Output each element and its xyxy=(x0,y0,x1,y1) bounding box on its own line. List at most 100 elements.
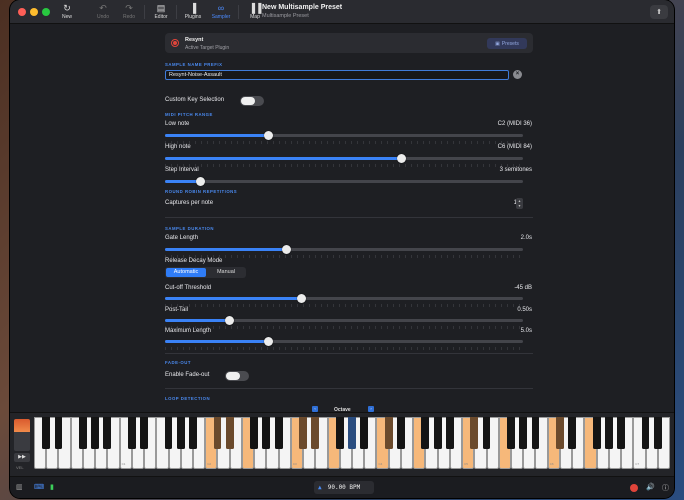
sampler-label: Sampler xyxy=(211,14,231,20)
close-window-button[interactable] xyxy=(18,8,26,16)
black-key[interactable] xyxy=(556,417,564,449)
octave-label: Octave xyxy=(334,407,351,413)
black-key[interactable] xyxy=(79,417,87,449)
chevron-left-icon: ‹ xyxy=(314,406,316,411)
slider-knob[interactable] xyxy=(196,177,206,186)
record-button[interactable] xyxy=(630,484,638,492)
slider-knob[interactable] xyxy=(264,337,274,346)
sample-name-prefix-input[interactable]: Resynt-Noise-Assault xyxy=(165,70,509,80)
velocity-button[interactable]: ▶▶ xyxy=(14,453,30,462)
gate-length-slider[interactable] xyxy=(165,245,523,254)
black-key[interactable] xyxy=(127,417,136,449)
slider-knob[interactable] xyxy=(296,294,306,303)
octave-c-label: C3 xyxy=(292,462,297,466)
black-key[interactable] xyxy=(531,417,540,449)
captures-stepper[interactable]: ▴ ▾ xyxy=(516,198,523,209)
metronome-icon: ▲ xyxy=(318,484,322,491)
presets-button[interactable]: ▣ Presets xyxy=(487,38,527,49)
black-key[interactable] xyxy=(397,417,405,449)
info-icon[interactable]: ⓘ xyxy=(662,483,669,493)
clear-input-button[interactable]: × xyxy=(513,70,522,79)
black-key[interactable] xyxy=(507,417,515,449)
octave-down-button[interactable]: ‹ xyxy=(312,406,318,412)
slider-knob[interactable] xyxy=(396,154,406,163)
maximum-length-slider[interactable] xyxy=(165,337,523,346)
undo-label: Undo xyxy=(97,14,109,20)
black-key[interactable] xyxy=(482,417,491,449)
post-tail-value: 0.50s xyxy=(517,307,532,313)
black-key[interactable] xyxy=(299,417,307,449)
undo-button[interactable]: ↶ Undo xyxy=(90,3,116,23)
cutoff-threshold-slider[interactable] xyxy=(165,294,523,303)
sidebar-icon[interactable]: ▥ xyxy=(16,483,23,491)
editor-button[interactable]: ▤ Editor xyxy=(148,3,174,23)
black-key[interactable] xyxy=(568,417,577,449)
black-key[interactable] xyxy=(653,417,662,449)
redo-button[interactable]: ↷ Redo xyxy=(116,3,142,23)
black-key[interactable] xyxy=(42,417,51,449)
section-heading-round-robin: ROUND ROBIN REPETITIONS xyxy=(165,189,238,194)
new-button[interactable]: ↻ New xyxy=(54,3,80,23)
mode-automatic-button[interactable]: Automatic xyxy=(166,268,206,277)
black-key[interactable] xyxy=(604,417,613,449)
fade-out-toggle[interactable] xyxy=(225,371,249,381)
black-key[interactable] xyxy=(250,417,259,449)
sampler-settings-panel: Resynt Active Target Plugin ▣ Presets SA… xyxy=(10,24,674,412)
toolbar-separator xyxy=(144,5,145,19)
slider-ticks xyxy=(165,326,523,329)
minimize-window-button[interactable] xyxy=(30,8,38,16)
black-key[interactable] xyxy=(274,417,283,449)
chevron-down-icon[interactable]: ▾ xyxy=(516,203,523,208)
black-key[interactable] xyxy=(470,417,479,449)
window-subtitle: Multisample Preset xyxy=(262,13,309,19)
black-key[interactable] xyxy=(54,417,63,449)
slider-ticks xyxy=(165,141,523,144)
black-key[interactable] xyxy=(103,417,112,449)
gate-length-value: 2.0s xyxy=(520,235,532,241)
high-note-slider[interactable] xyxy=(165,154,523,163)
custom-key-toggle[interactable] xyxy=(240,96,264,106)
black-key[interactable] xyxy=(213,417,222,449)
step-interval-slider[interactable] xyxy=(165,177,523,186)
tempo-display[interactable]: ▲ 90.00 BPM xyxy=(314,481,374,494)
speaker-icon[interactable]: 🔊 xyxy=(646,483,655,491)
black-key[interactable] xyxy=(519,417,528,449)
post-tail-slider[interactable] xyxy=(165,316,523,325)
slider-fill xyxy=(165,157,402,160)
slider-knob[interactable] xyxy=(224,316,234,325)
black-key[interactable] xyxy=(641,417,650,449)
window-title: New Multisample Preset xyxy=(262,4,343,11)
black-key[interactable] xyxy=(335,417,344,449)
black-key[interactable] xyxy=(592,417,601,449)
black-key[interactable] xyxy=(421,417,430,449)
slider-knob[interactable] xyxy=(282,245,292,254)
share-button[interactable]: ⬆ xyxy=(650,5,668,19)
black-key[interactable] xyxy=(262,417,271,449)
black-key[interactable] xyxy=(617,417,625,449)
black-key[interactable] xyxy=(360,417,369,449)
slider-knob[interactable] xyxy=(264,131,274,140)
black-key[interactable] xyxy=(225,417,234,449)
black-key[interactable] xyxy=(445,417,454,449)
low-note-label: Low note xyxy=(165,121,190,127)
black-key[interactable] xyxy=(140,417,148,449)
black-key[interactable] xyxy=(311,417,320,449)
zoom-window-button[interactable] xyxy=(42,8,50,16)
sampler-button[interactable]: ∞ Sampler xyxy=(208,3,234,23)
black-key[interactable] xyxy=(176,417,185,449)
slider-ticks xyxy=(165,347,523,350)
plugins-button[interactable]: ▐ Plugins xyxy=(180,3,206,23)
post-tail-label: Post-Tail xyxy=(165,307,189,313)
black-key[interactable] xyxy=(189,417,197,449)
tempo-value: 90.00 BPM xyxy=(327,484,361,491)
black-key[interactable] xyxy=(433,417,442,449)
low-note-slider[interactable] xyxy=(165,131,523,140)
mode-manual-button[interactable]: Manual xyxy=(207,268,245,277)
black-key[interactable] xyxy=(164,417,173,449)
section-heading-loop: LOOP DETECTION xyxy=(165,396,211,401)
black-key[interactable] xyxy=(91,417,100,449)
black-key[interactable] xyxy=(348,417,356,449)
octave-up-button[interactable]: › xyxy=(368,406,374,412)
black-key[interactable] xyxy=(384,417,393,449)
keyboard-icon[interactable]: ⌨ xyxy=(34,483,44,491)
